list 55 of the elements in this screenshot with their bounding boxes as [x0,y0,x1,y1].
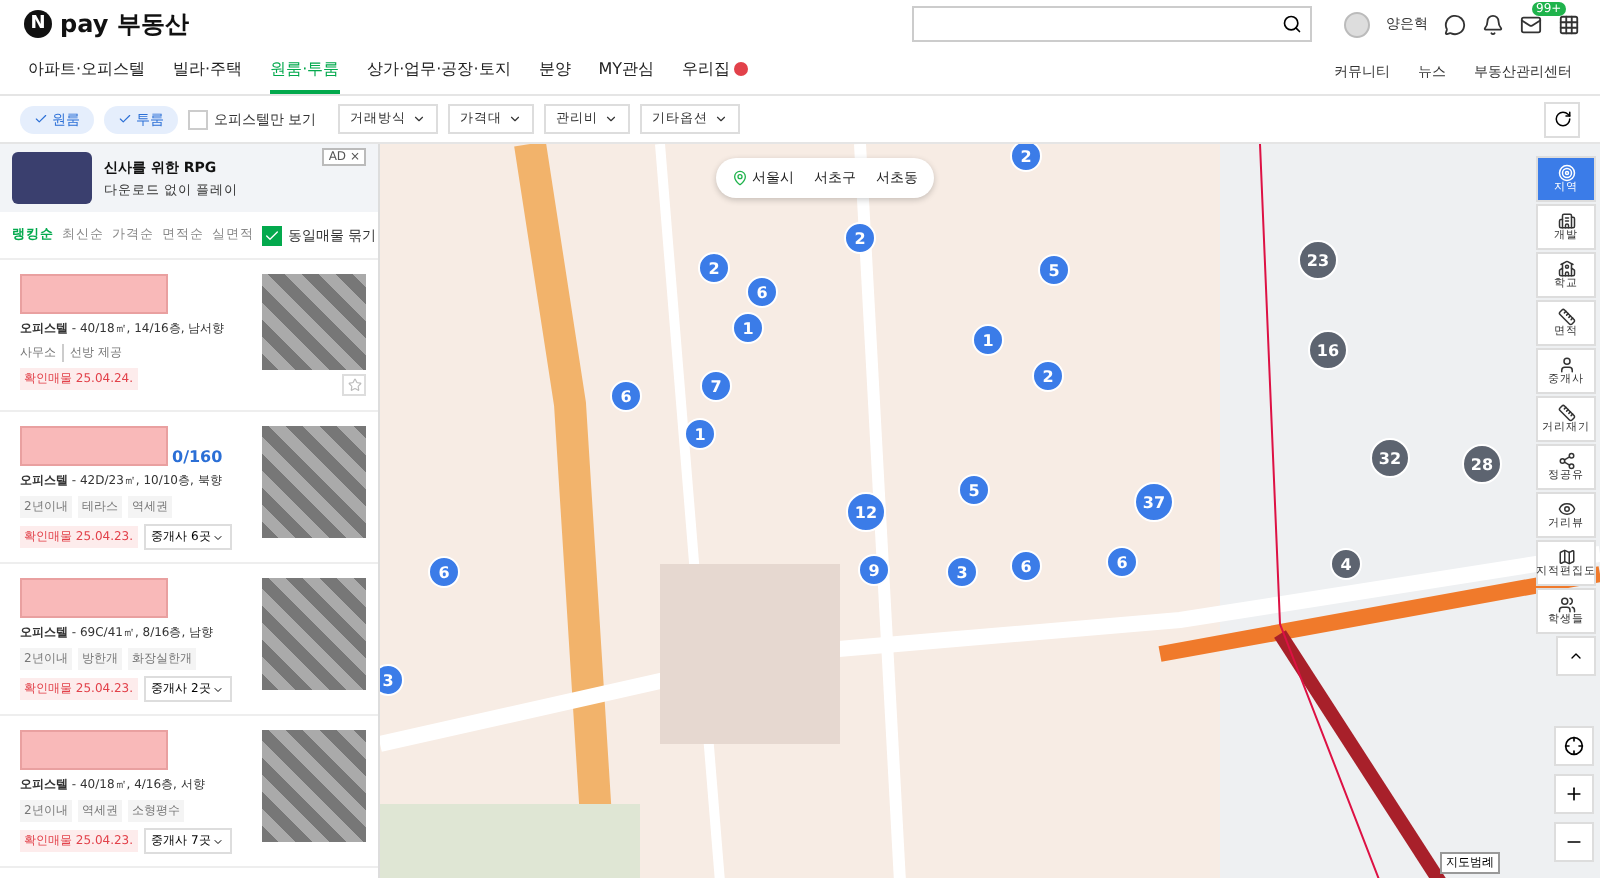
caret-icon [714,112,729,126]
search-icon[interactable] [1282,14,1302,34]
person-icon [1557,355,1575,374]
nav-tab[interactable]: 우리집 [682,48,749,94]
building-icon [1557,211,1575,230]
price-text: 0/160 [172,448,223,466]
map-pin-icon [732,170,748,186]
checkbox[interactable] [188,109,208,129]
grid-menu-icon[interactable] [1558,13,1580,35]
nav-tab[interactable]: 빌라·주택 [173,48,243,94]
check-icon [34,112,48,126]
share-icon [1557,451,1575,470]
people-icon [1557,595,1575,614]
photo-placeholder[interactable] [262,274,366,371]
nav-tab[interactable]: 분양 [538,48,571,94]
refresh-button[interactable] [1544,101,1580,137]
favorite-button[interactable] [342,374,366,396]
caret-icon [212,683,225,695]
caret-icon [412,112,427,126]
chat-icon[interactable] [1444,13,1466,35]
ruler-icon [1557,307,1575,326]
avatar[interactable] [1344,11,1370,37]
star-icon [347,378,361,393]
logo[interactable]: N pay 부동산 [24,7,189,41]
target-icon [1557,163,1575,182]
zoom-in-button[interactable] [1554,774,1594,814]
nav-tab[interactable]: 상가·업무·공장·토지 [367,48,511,94]
refresh-icon [1553,110,1571,128]
photo-placeholder[interactable] [262,426,366,538]
plus-icon [1564,784,1584,804]
bell-icon[interactable] [1482,13,1504,35]
cluster-marker[interactable]: 3 [380,664,404,696]
check-icon [264,227,280,243]
check-icon [118,112,132,126]
nav-tab[interactable]: MY관심 [598,48,655,94]
chevron-up-icon [1568,648,1584,664]
locate-button[interactable] [1554,726,1594,766]
ruler-icon [1557,403,1575,422]
eye-icon [1557,499,1575,518]
caret-icon [508,112,523,126]
photo-placeholder[interactable] [262,730,366,842]
nav-tab[interactable]: 아파트·오피스텔 [28,48,146,94]
ad-image-placeholder [12,152,92,204]
photo-placeholder[interactable] [262,578,366,690]
caret-icon [212,835,225,847]
mail-icon[interactable] [1520,13,1542,35]
caret-icon [604,112,619,126]
nav-tab[interactable]: 원룸·투룸 [270,48,340,94]
crosshair-icon [1564,736,1584,756]
search-field[interactable] [912,6,1312,42]
caret-icon [212,531,225,543]
map-icon [1557,547,1575,566]
school-icon [1557,259,1575,278]
checkbox[interactable] [262,225,282,245]
collapse-button[interactable] [1556,636,1596,676]
